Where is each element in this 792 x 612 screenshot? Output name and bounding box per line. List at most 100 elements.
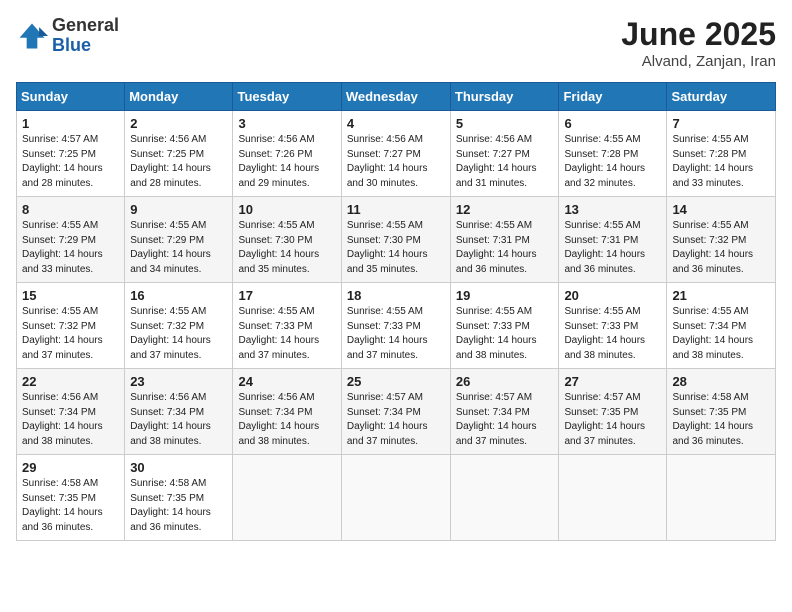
calendar-cell: 8 Sunrise: 4:55 AMSunset: 7:29 PMDaylight… [17,197,125,283]
calendar-cell: 4 Sunrise: 4:56 AMSunset: 7:27 PMDaylight… [341,111,450,197]
col-header-saturday: Saturday [667,83,776,111]
calendar-cell: 27 Sunrise: 4:57 AMSunset: 7:35 PMDayligh… [559,369,667,455]
day-info: Sunrise: 4:56 AMSunset: 7:34 PMDaylight:… [130,391,227,449]
logo: General Blue [16,16,119,56]
day-info: Sunrise: 4:56 AMSunset: 7:27 PMDaylight:… [456,133,554,191]
day-info: Sunrise: 4:55 AMSunset: 7:33 PMDaylight:… [564,305,661,363]
day-number: 9 [130,202,227,217]
day-info: Sunrise: 4:57 AMSunset: 7:34 PMDaylight:… [456,391,554,449]
calendar-week-row: 8 Sunrise: 4:55 AMSunset: 7:29 PMDaylight… [17,197,776,283]
day-info: Sunrise: 4:55 AMSunset: 7:32 PMDaylight:… [672,219,770,277]
month-title: June 2025 [621,16,776,53]
calendar-cell: 29 Sunrise: 4:58 AMSunset: 7:35 PMDayligh… [17,455,125,541]
calendar-header-row: SundayMondayTuesdayWednesdayThursdayFrid… [17,83,776,111]
day-number: 10 [238,202,335,217]
day-info: Sunrise: 4:57 AMSunset: 7:25 PMDaylight:… [22,133,119,191]
calendar-cell: 3 Sunrise: 4:56 AMSunset: 7:26 PMDaylight… [233,111,341,197]
day-number: 1 [22,116,119,131]
day-number: 4 [347,116,445,131]
calendar-week-row: 22 Sunrise: 4:56 AMSunset: 7:34 PMDayligh… [17,369,776,455]
calendar-cell [450,455,559,541]
day-info: Sunrise: 4:55 AMSunset: 7:33 PMDaylight:… [238,305,335,363]
calendar-cell: 30Sunrise: 4:58 AMSunset: 7:35 PMDayligh… [125,455,233,541]
day-number: 8 [22,202,119,217]
calendar-cell: 1 Sunrise: 4:57 AMSunset: 7:25 PMDaylight… [17,111,125,197]
day-number: 17 [238,288,335,303]
day-number: 28 [672,374,770,389]
calendar-cell: 5 Sunrise: 4:56 AMSunset: 7:27 PMDaylight… [450,111,559,197]
calendar-cell: 19 Sunrise: 4:55 AMSunset: 7:33 PMDayligh… [450,283,559,369]
day-info: Sunrise: 4:55 AMSunset: 7:33 PMDaylight:… [347,305,445,363]
calendar-cell: 20 Sunrise: 4:55 AMSunset: 7:33 PMDayligh… [559,283,667,369]
day-info: Sunrise: 4:55 AMSunset: 7:34 PMDaylight:… [672,305,770,363]
calendar-cell: 13 Sunrise: 4:55 AMSunset: 7:31 PMDayligh… [559,197,667,283]
day-info: Sunrise: 4:55 AMSunset: 7:28 PMDaylight:… [564,133,661,191]
day-number: 13 [564,202,661,217]
col-header-sunday: Sunday [17,83,125,111]
day-number: 29 [22,460,119,475]
day-info: Sunrise: 4:55 AMSunset: 7:29 PMDaylight:… [22,219,119,277]
calendar-cell: 10 Sunrise: 4:55 AMSunset: 7:30 PMDayligh… [233,197,341,283]
calendar-cell: 21 Sunrise: 4:55 AMSunset: 7:34 PMDayligh… [667,283,776,369]
day-number: 27 [564,374,661,389]
title-block: June 2025 Alvand, Zanjan, Iran [621,16,776,70]
day-number: 3 [238,116,335,131]
calendar-cell: 26 Sunrise: 4:57 AMSunset: 7:34 PMDayligh… [450,369,559,455]
day-info: Sunrise: 4:57 AMSunset: 7:34 PMDaylight:… [347,391,445,449]
day-info: Sunrise: 4:55 AMSunset: 7:32 PMDaylight:… [130,305,227,363]
day-number: 14 [672,202,770,217]
col-header-thursday: Thursday [450,83,559,111]
logo-icon [16,20,48,52]
day-info: Sunrise: 4:55 AMSunset: 7:33 PMDaylight:… [456,305,554,363]
day-info: Sunrise: 4:57 AMSunset: 7:35 PMDaylight:… [564,391,661,449]
col-header-monday: Monday [125,83,233,111]
day-number: 15 [22,288,119,303]
day-number: 21 [672,288,770,303]
day-info: Sunrise: 4:55 AMSunset: 7:31 PMDaylight:… [456,219,554,277]
day-info: Sunrise: 4:56 AMSunset: 7:26 PMDaylight:… [238,133,335,191]
day-info: Sunrise: 4:56 AMSunset: 7:27 PMDaylight:… [347,133,445,191]
page-header: General Blue June 2025 Alvand, Zanjan, I… [16,16,776,70]
col-header-wednesday: Wednesday [341,83,450,111]
day-number: 16 [130,288,227,303]
calendar-cell: 7Sunrise: 4:55 AMSunset: 7:28 PMDaylight… [667,111,776,197]
calendar-cell: 22Sunrise: 4:56 AMSunset: 7:34 PMDayligh… [17,369,125,455]
calendar-cell: 15Sunrise: 4:55 AMSunset: 7:32 PMDayligh… [17,283,125,369]
day-info: Sunrise: 4:58 AMSunset: 7:35 PMDaylight:… [22,477,119,535]
day-number: 18 [347,288,445,303]
day-info: Sunrise: 4:55 AMSunset: 7:30 PMDaylight:… [238,219,335,277]
logo-blue-text: Blue [52,35,91,55]
location-subtitle: Alvand, Zanjan, Iran [621,53,776,70]
day-number: 30 [130,460,227,475]
calendar-cell: 17 Sunrise: 4:55 AMSunset: 7:33 PMDayligh… [233,283,341,369]
day-number: 5 [456,116,554,131]
calendar-cell: 12 Sunrise: 4:55 AMSunset: 7:31 PMDayligh… [450,197,559,283]
calendar-cell: 9 Sunrise: 4:55 AMSunset: 7:29 PMDaylight… [125,197,233,283]
day-number: 12 [456,202,554,217]
day-number: 24 [238,374,335,389]
logo-general-text: General [52,15,119,35]
day-info: Sunrise: 4:56 AMSunset: 7:25 PMDaylight:… [130,133,227,191]
calendar-week-row: 29 Sunrise: 4:58 AMSunset: 7:35 PMDayligh… [17,455,776,541]
calendar-cell: 25Sunrise: 4:57 AMSunset: 7:34 PMDayligh… [341,369,450,455]
day-number: 22 [22,374,119,389]
calendar-cell: 6Sunrise: 4:55 AMSunset: 7:28 PMDaylight… [559,111,667,197]
calendar-cell: 14 Sunrise: 4:55 AMSunset: 7:32 PMDayligh… [667,197,776,283]
day-number: 2 [130,116,227,131]
col-header-friday: Friday [559,83,667,111]
day-number: 26 [456,374,554,389]
calendar-week-row: 1 Sunrise: 4:57 AMSunset: 7:25 PMDaylight… [17,111,776,197]
calendar-cell [233,455,341,541]
day-number: 20 [564,288,661,303]
calendar-cell [341,455,450,541]
day-number: 19 [456,288,554,303]
day-number: 11 [347,202,445,217]
calendar-cell: 18 Sunrise: 4:55 AMSunset: 7:33 PMDayligh… [341,283,450,369]
day-info: Sunrise: 4:55 AMSunset: 7:29 PMDaylight:… [130,219,227,277]
calendar-cell: 23Sunrise: 4:56 AMSunset: 7:34 PMDayligh… [125,369,233,455]
calendar-cell [667,455,776,541]
calendar-cell: 24Sunrise: 4:56 AMSunset: 7:34 PMDayligh… [233,369,341,455]
day-info: Sunrise: 4:55 AMSunset: 7:30 PMDaylight:… [347,219,445,277]
day-info: Sunrise: 4:55 AMSunset: 7:31 PMDaylight:… [564,219,661,277]
calendar-week-row: 15 Sunrise: 4:55 AMSunset: 7:32 PMDayligh… [17,283,776,369]
